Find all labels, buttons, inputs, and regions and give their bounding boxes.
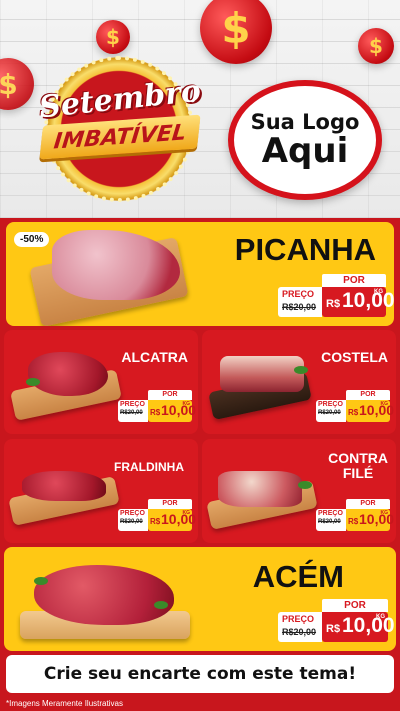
product-card-contra-file[interactable]: CONTRA FILÉ POR PREÇO R$20,00 R$ 10,00 K… xyxy=(202,439,396,543)
coin-icon: $ xyxy=(358,28,394,64)
product-name: CONTRA FILÉ xyxy=(328,450,388,481)
logo-placeholder[interactable]: Sua Logo Aqui xyxy=(228,80,382,200)
header-banner: $ $ $ $ Setembro IMBATÍVEL Sua Logo Aqui xyxy=(0,0,400,218)
herb-garnish-image xyxy=(26,378,40,386)
coin-icon: $ xyxy=(96,20,130,54)
product-name: PICANHA xyxy=(234,232,376,267)
price-tag: POR PREÇO R$20,00 R$ 10,00 KG xyxy=(316,390,394,424)
product-card-costela[interactable]: COSTELA POR PREÇO R$20,00 R$ 10,00 KG xyxy=(202,330,396,434)
herb-garnish-image xyxy=(34,577,48,585)
product-name: ACÉM xyxy=(252,559,344,594)
discount-badge: -50% xyxy=(14,232,50,247)
disclaimer-text: *Imagens Meramente Ilustrativas xyxy=(6,699,123,708)
price-tag: POR PREÇO R$20,00 R$ 10,00 KG xyxy=(278,599,395,645)
price-tag: POR PREÇO R$20,00 R$ 10,00 KG xyxy=(118,390,196,424)
cta-banner[interactable]: Crie seu encarte com este tema! xyxy=(6,655,394,693)
price-tag: POR PREÇO R$20,00 R$ 10,00 KG xyxy=(118,499,196,533)
promo-badge: Setembro IMBATÍVEL xyxy=(32,52,210,202)
herb-garnish-image xyxy=(154,601,168,609)
price-tag: POR PREÇO R$20,00 R$ 10,00 KG xyxy=(316,499,394,533)
herb-garnish-image xyxy=(298,481,312,489)
product-name: COSTELA xyxy=(321,349,388,365)
meat-image xyxy=(220,356,304,392)
product-name: FRALDINHA xyxy=(114,460,184,474)
meat-image xyxy=(218,471,302,507)
meat-image xyxy=(34,565,174,625)
product-card-picanha[interactable]: -50% PICANHA POR PREÇO R$20,00 R$ 10,00 … xyxy=(6,222,394,326)
product-card-fraldinha[interactable]: FRALDINHA POR PREÇO R$20,00 R$ 10,00 KG xyxy=(4,439,198,543)
product-card-alcatra[interactable]: ALCATRA POR PREÇO R$20,00 R$ 10,00 KG xyxy=(4,330,198,434)
meat-image xyxy=(28,352,108,396)
meat-image xyxy=(22,471,106,501)
herb-garnish-image xyxy=(294,366,308,374)
product-card-acem[interactable]: ACÉM POR PREÇO R$20,00 R$ 10,00 KG xyxy=(4,547,396,651)
price-tag: POR PREÇO R$20,00 R$ 10,00 KG xyxy=(278,274,394,320)
product-name: ALCATRA xyxy=(121,349,188,365)
